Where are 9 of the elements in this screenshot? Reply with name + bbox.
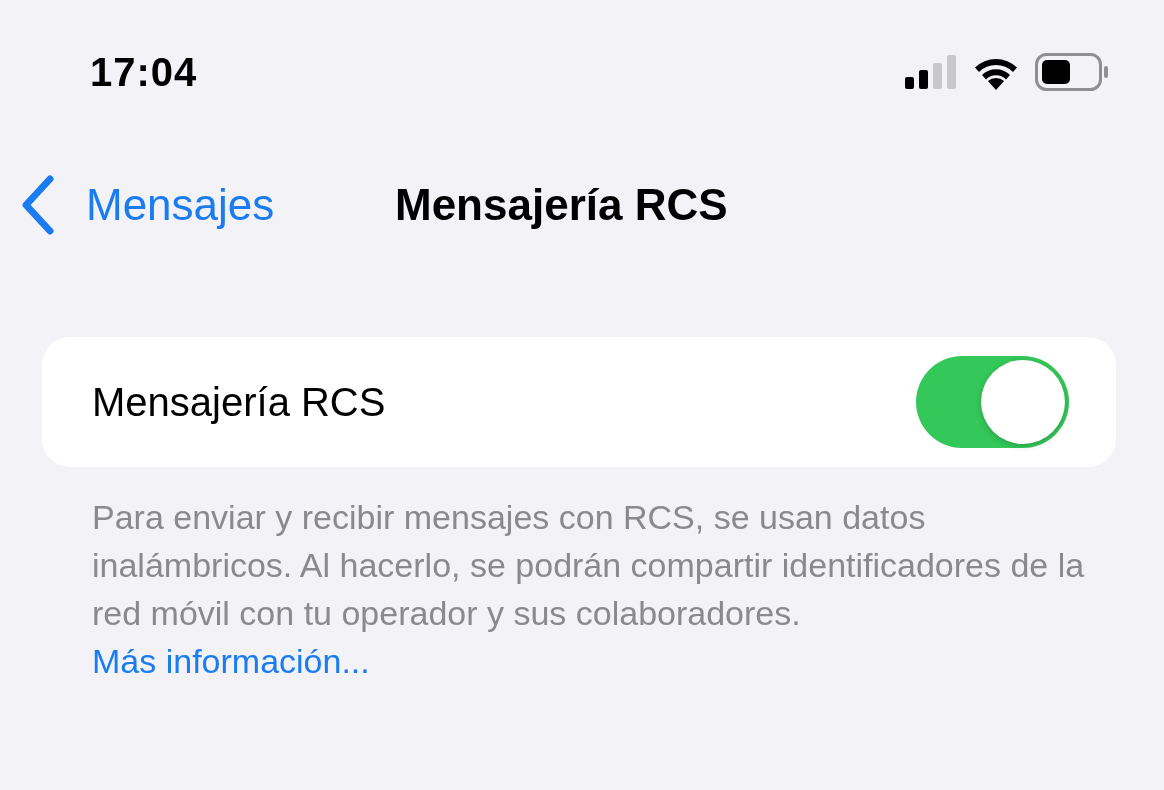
chevron-left-icon — [20, 175, 56, 235]
description-text: Para enviar y recibir mensajes con RCS, se usan datos inalámbricos. Al hacerlo, se podrán compartir identificadores de la red móvil con tu operador y sus colaboradores. — [92, 497, 1086, 634]
page-title: Mensajería RCS — [395, 180, 728, 230]
battery-icon — [1035, 53, 1109, 91]
setting-label: Mensajería RCS — [92, 379, 386, 425]
back-button[interactable]: Mensajes — [0, 174, 281, 236]
status-time: 17:04 — [90, 49, 198, 95]
signal-icon — [905, 55, 957, 89]
more-info-link[interactable]: Más información... — [92, 637, 370, 685]
